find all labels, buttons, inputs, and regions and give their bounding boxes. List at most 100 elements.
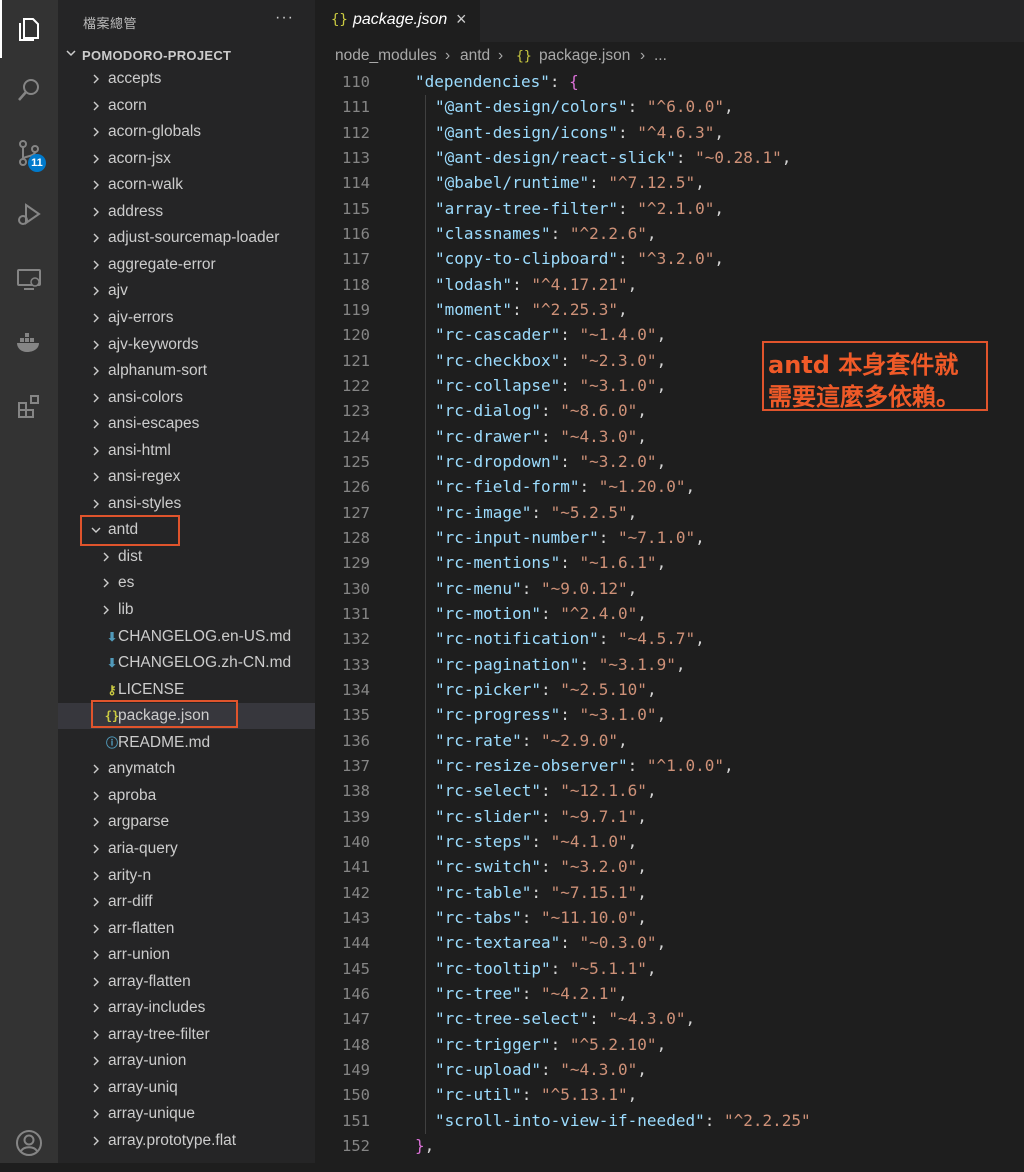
tree-item-label: array-flatten <box>108 972 191 990</box>
tree-folder-item[interactable]: ansi-html <box>58 438 315 464</box>
chevron-right-icon <box>93 74 99 84</box>
tree-folder-item[interactable]: array-unique <box>58 1101 315 1127</box>
json-key: "@ant-design/colors" <box>435 97 628 117</box>
json-string: "~7.15.1" <box>550 882 638 902</box>
tree-folder-item[interactable]: ansi-escapes <box>58 411 315 437</box>
json-string: "~0.28.1" <box>695 147 782 167</box>
json-string: "^2.25.3" <box>531 299 619 319</box>
code-line: "rc-image": "~5.2.5", <box>435 502 638 522</box>
tree-folder-item[interactable]: acorn-jsx <box>58 146 315 172</box>
run-debug-icon[interactable] <box>0 186 58 244</box>
code-line: "scroll-into-view-if-needed": "^2.2.25" <box>435 1110 811 1130</box>
tree-folder-item[interactable]: array-tree-filter <box>58 1022 315 1048</box>
tree-folder-item[interactable]: dist <box>58 544 315 570</box>
tree-item-label: ajv-keywords <box>108 335 199 353</box>
json-key: "rc-progress" <box>435 705 561 725</box>
json-key: "rc-tabs" <box>435 907 522 927</box>
json-key: "rc-dialog" <box>435 401 541 421</box>
tree-folder-item[interactable]: address <box>58 199 315 225</box>
tree-folder-item[interactable]: ajv <box>58 278 315 304</box>
tree-item-label: dist <box>118 547 143 565</box>
chevron-right-icon <box>93 1030 99 1040</box>
tree-folder-item[interactable]: array-flatten <box>58 969 315 995</box>
tree-folder-item[interactable]: aria-query <box>58 836 315 862</box>
source-control-icon[interactable]: 11 <box>0 124 58 182</box>
tree-folder-item[interactable]: arr-union <box>58 942 315 968</box>
tree-folder-item[interactable]: array-uniq <box>58 1075 315 1101</box>
tree-folder-item[interactable]: arity-n <box>58 863 315 889</box>
extensions-icon[interactable] <box>0 377 58 435</box>
tree-item-label: arr-diff <box>108 893 153 911</box>
tree-folder-item[interactable]: es <box>58 570 315 596</box>
code-line: "dependencies": { <box>415 72 579 91</box>
line-number: 111 <box>342 98 370 117</box>
json-string: "~3.2.0" <box>560 857 638 877</box>
close-icon[interactable]: × <box>456 9 467 30</box>
tree-folder-item[interactable]: ansi-styles <box>58 491 315 517</box>
code-line: "rc-progress": "~3.1.0", <box>435 705 667 725</box>
json-string: "~11.10.0" <box>540 907 638 927</box>
chevron-right-icon <box>93 897 99 907</box>
json-key: "@ant-design/react-slick" <box>435 147 676 167</box>
code-line: "copy-to-clipboard": "^3.2.0", <box>435 249 724 269</box>
json-string: "~12.1.6" <box>560 781 647 801</box>
tree-folder-item[interactable]: alphanum-sort <box>58 358 315 384</box>
search-icon[interactable] <box>0 61 58 119</box>
breadcrumb-item[interactable]: package.json <box>539 47 630 65</box>
tree-folder-item[interactable]: ansi-regex <box>58 464 315 490</box>
account-icon[interactable] <box>0 1114 58 1172</box>
tree-folder-item[interactable]: arr-flatten <box>58 916 315 942</box>
files-icon[interactable] <box>0 0 58 58</box>
breadcrumb-item[interactable]: node_modules <box>335 47 437 65</box>
json-string: "^6.0.0" <box>646 97 724 117</box>
project-section-header[interactable]: POMODORO-PROJECT <box>58 44 315 66</box>
json-string: "^7.12.5" <box>608 173 696 193</box>
tree-folder-item[interactable]: array-union <box>58 1048 315 1074</box>
json-string: "~3.1.0" <box>579 705 657 725</box>
tree-folder-item[interactable]: argparse <box>58 809 315 835</box>
chevron-right-icon <box>93 340 99 349</box>
more-actions-button[interactable]: ··· <box>275 9 294 27</box>
json-string: "~7.1.0" <box>618 527 696 547</box>
docker-icon[interactable] <box>0 313 58 371</box>
tree-folder-item[interactable]: lib <box>58 597 315 623</box>
chevron-right-icon <box>93 764 99 774</box>
tree-folder-item[interactable]: ajv-keywords <box>58 332 315 358</box>
json-string: "^2.4.0" <box>560 603 638 623</box>
tree-folder-item[interactable]: ajv-errors <box>58 305 315 331</box>
code-line: "rc-trigger": "^5.2.10", <box>435 1034 667 1054</box>
tree-folder-item[interactable]: accepts <box>58 66 315 92</box>
tree-file-item[interactable]: ⚷ LICENSE <box>58 677 315 703</box>
tree-folder-item[interactable]: adjust-sourcemap-loader <box>58 225 315 251</box>
chevron-right-icon <box>93 1083 99 1093</box>
json-string: "~5.1.1" <box>569 958 647 978</box>
tree-folder-item[interactable]: acorn-walk <box>58 172 315 198</box>
tree-folder-item[interactable]: array.prototype.flat <box>58 1128 315 1154</box>
chevron-right-icon <box>93 472 99 482</box>
tree-folder-item[interactable]: ansi-colors <box>58 385 315 411</box>
code-line: "rc-tooltip": "~5.1.1", <box>435 958 657 978</box>
chevron-right-icon <box>93 1136 99 1146</box>
breadcrumb-item[interactable]: antd <box>460 47 490 65</box>
json-key: "rc-resize-observer" <box>435 755 628 775</box>
tree-file-item[interactable]: ⓘ README.md <box>58 730 315 756</box>
json-key: "@babel/runtime" <box>435 173 590 193</box>
tree-folder-item[interactable]: acorn-globals <box>58 119 315 145</box>
tree-item-label: argparse <box>108 813 170 831</box>
code-line: "rc-switch": "~3.2.0", <box>435 857 647 877</box>
tree-folder-item[interactable]: anymatch <box>58 756 315 782</box>
tree-file-item[interactable]: ⬇ CHANGELOG.en-US.md <box>58 624 315 650</box>
tree-folder-item[interactable]: aproba <box>58 783 315 809</box>
remote-explorer-icon[interactable] <box>0 250 58 308</box>
line-number: 119 <box>342 300 370 319</box>
tree-folder-item[interactable]: acorn <box>58 93 315 119</box>
tree-folder-item[interactable]: array-includes <box>58 995 315 1021</box>
breadcrumb-item[interactable]: ... <box>654 47 667 65</box>
json-key: "@ant-design/icons" <box>435 122 619 142</box>
tree-file-item[interactable]: ⬇ CHANGELOG.zh-CN.md <box>58 650 315 676</box>
tree-folder-item[interactable]: arr-diff <box>58 889 315 915</box>
tree-item-label: array.prototype.flat <box>108 1132 237 1149</box>
chevron-right-icon <box>93 313 99 323</box>
tree-folder-item[interactable]: aggregate-error <box>58 252 315 278</box>
tab-package-json[interactable]: {} package.json × <box>315 0 480 42</box>
